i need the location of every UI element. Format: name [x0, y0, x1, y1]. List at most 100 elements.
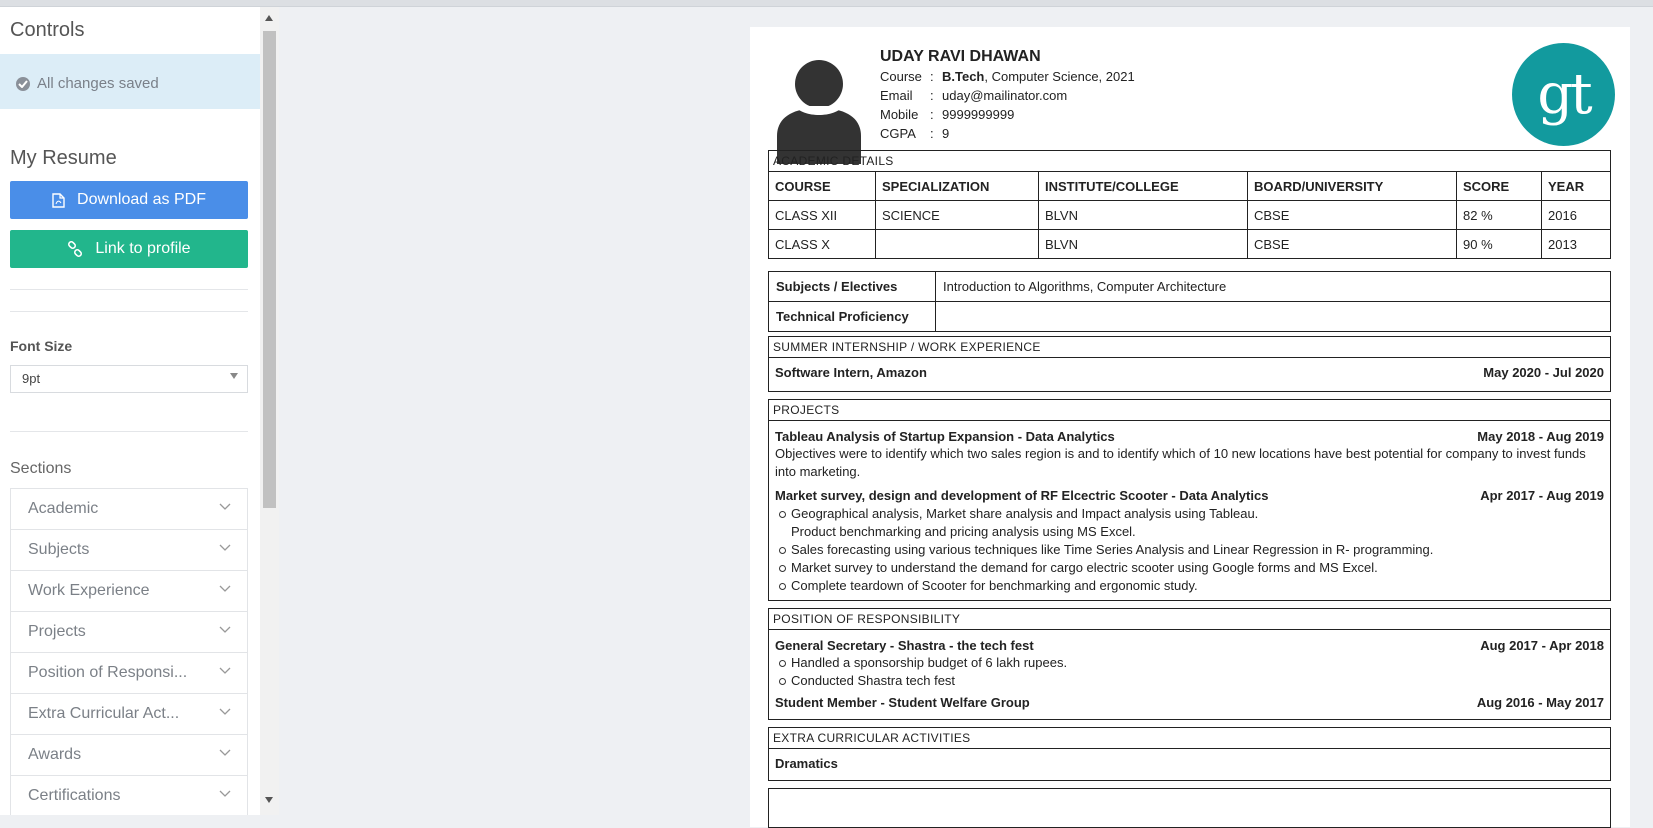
por-title: Student Member - Student Welfare Group: [775, 695, 1030, 710]
sections-label: Sections: [10, 460, 72, 477]
project-entry: Market survey, design and development of…: [769, 481, 1610, 595]
section-item-label: Certifications: [28, 787, 121, 804]
por-title: General Secretary - Shastra - the tech f…: [775, 638, 1034, 653]
avatar-placeholder-icon: [777, 60, 861, 164]
section-item-certifications[interactable]: Certifications: [11, 776, 247, 815]
position-of-responsibility-section: POSITION OF RESPONSIBILITY General Secre…: [768, 608, 1611, 720]
project-title: Market survey, design and development of…: [775, 488, 1269, 503]
work-experience-section: SUMMER INTERNSHIP / WORK EXPERIENCE Soft…: [768, 336, 1611, 392]
academic-table: COURSE SPECIALIZATION INSTITUTE/COLLEGE …: [769, 172, 1610, 258]
table-header: SCORE: [1456, 172, 1542, 201]
section-item-extra-curricular[interactable]: Extra Curricular Act...: [11, 694, 247, 735]
chevron-down-icon: [219, 708, 231, 715]
project-bullets: Geographical analysis, Market share anal…: [775, 505, 1604, 595]
table-cell: 90 %: [1456, 229, 1542, 258]
section-item-label: Awards: [28, 746, 82, 763]
table-header: SPECIALIZATION: [875, 172, 1039, 201]
bullet-text: Product benchmarking and pricing analysi…: [791, 524, 1136, 539]
controls-title: Controls: [10, 19, 85, 41]
projects-heading: PROJECTS: [769, 400, 1610, 421]
course-line: Course: B.Tech, Computer Science, 2021: [880, 69, 1135, 84]
section-item-academic[interactable]: Academic: [11, 489, 247, 530]
extra-curricular-section: EXTRA CURRICULAR ACTIVITIES Dramatics: [768, 727, 1611, 781]
caret-down-icon: [230, 373, 238, 379]
chevron-down-icon: [219, 585, 231, 592]
top-border: [0, 0, 1653, 7]
table-cell: BLVN: [1038, 200, 1248, 230]
my-resume-title: My Resume: [10, 147, 117, 169]
electives-value: Introduction to Algorithms, Computer Arc…: [935, 272, 1610, 302]
section-item-subjects[interactable]: Subjects: [11, 530, 247, 571]
table-header: INSTITUTE/COLLEGE: [1038, 172, 1248, 201]
list-item: Handled a sponsorship budget of 6 lakh r…: [779, 654, 1604, 672]
section-item-label: Extra Curricular Act...: [28, 705, 180, 722]
table-cell: CBSE: [1247, 200, 1457, 230]
subjects-section: Subjects / Electives Introduction to Alg…: [768, 271, 1611, 332]
table-header: COURSE: [769, 172, 876, 201]
save-status-text: All changes saved: [37, 75, 159, 92]
project-description: Objectives were to identify which two sa…: [775, 446, 1586, 479]
project-dates: Apr 2017 - Aug 2019: [1480, 488, 1604, 503]
course-degree: B.Tech: [942, 69, 985, 84]
scrollbar-thumb[interactable]: [263, 31, 276, 508]
work-role: Software Intern, Amazon: [775, 365, 927, 380]
table-cell: CLASS XII: [769, 200, 876, 230]
por-dates: Aug 2017 - Apr 2018: [1480, 638, 1604, 653]
font-size-label: Font Size: [10, 338, 73, 354]
list-item: Market survey to understand the demand f…: [779, 559, 1604, 577]
table-header: YEAR: [1541, 172, 1610, 201]
bullet-text: Geographical analysis, Market share anal…: [791, 506, 1259, 521]
section-item-label: Position of Responsi...: [28, 664, 188, 681]
save-status-banner: All changes saved: [0, 54, 260, 109]
table-cell: CBSE: [1247, 229, 1457, 258]
chevron-down-icon: [219, 503, 231, 510]
extra-heading: EXTRA CURRICULAR ACTIVITIES: [769, 728, 1610, 749]
table-row: Subjects / Electives Introduction to Alg…: [769, 272, 1610, 302]
mobile-label: Mobile: [880, 107, 919, 122]
table-cell: SCIENCE: [875, 200, 1039, 230]
font-size-value: 9pt: [22, 371, 41, 386]
link-to-profile-button[interactable]: Link to profile: [10, 230, 248, 268]
academic-section: ACADEMIC DETAILS COURSE SPECIALIZATION I…: [768, 150, 1611, 259]
cgpa-line: CGPA:9: [880, 126, 950, 141]
list-item: Complete teardown of Scooter for benchma…: [779, 577, 1604, 595]
table-header: BOARD/UNIVERSITY: [1247, 172, 1457, 201]
work-heading: SUMMER INTERNSHIP / WORK EXPERIENCE: [769, 337, 1610, 358]
projects-section: PROJECTS Tableau Analysis of Startup Exp…: [768, 399, 1611, 601]
pdf-file-icon: [52, 192, 65, 208]
section-item-label: Work Experience: [28, 582, 150, 599]
work-dates: May 2020 - Jul 2020: [1483, 365, 1604, 380]
chevron-down-icon: [219, 790, 231, 797]
scroll-up-arrow-icon[interactable]: [265, 15, 273, 21]
project-title: Tableau Analysis of Startup Expansion - …: [775, 429, 1115, 444]
divider: [10, 311, 248, 312]
work-entry: Software Intern, Amazon May 2020 - Jul 20…: [769, 358, 1610, 380]
mobile-value: 9999999999: [942, 107, 1015, 122]
por-entry: General Secretary - Shastra - the tech f…: [769, 630, 1610, 690]
section-item-awards[interactable]: Awards: [11, 735, 247, 776]
list-item: Geographical analysis, Market share anal…: [779, 505, 1604, 541]
sidebar-scrollbar[interactable]: [260, 7, 279, 815]
chevron-down-icon: [219, 749, 231, 756]
por-entry: Student Member - Student Welfare Group Au…: [769, 690, 1610, 710]
cgpa-label: CGPA: [880, 126, 916, 141]
project-entry: Tableau Analysis of Startup Expansion - …: [769, 421, 1610, 481]
section-item-position-of-responsibility[interactable]: Position of Responsi...: [11, 653, 247, 694]
technical-proficiency-value: [935, 301, 1610, 331]
section-item-label: Academic: [28, 500, 99, 517]
section-item-projects[interactable]: Projects: [11, 612, 247, 653]
subjects-table: Subjects / Electives Introduction to Alg…: [769, 272, 1610, 331]
divider: [10, 431, 248, 432]
section-item-work-experience[interactable]: Work Experience: [11, 571, 247, 612]
email-value: uday@mailinator.com: [942, 88, 1068, 103]
divider: [10, 289, 248, 290]
font-size-select[interactable]: 9pt: [10, 365, 248, 393]
chevron-down-icon: [219, 667, 231, 674]
download-pdf-button[interactable]: Download as PDF: [10, 181, 248, 219]
download-pdf-label: Download as PDF: [77, 191, 206, 208]
list-item: Conducted Shastra tech fest: [779, 672, 1604, 690]
table-cell: 82 %: [1456, 200, 1542, 230]
table-row: CLASS XII SCIENCE BLVN CBSE 82 % 2016: [769, 200, 1610, 230]
link-icon: [67, 241, 83, 257]
scroll-down-arrow-icon[interactable]: [265, 797, 273, 803]
